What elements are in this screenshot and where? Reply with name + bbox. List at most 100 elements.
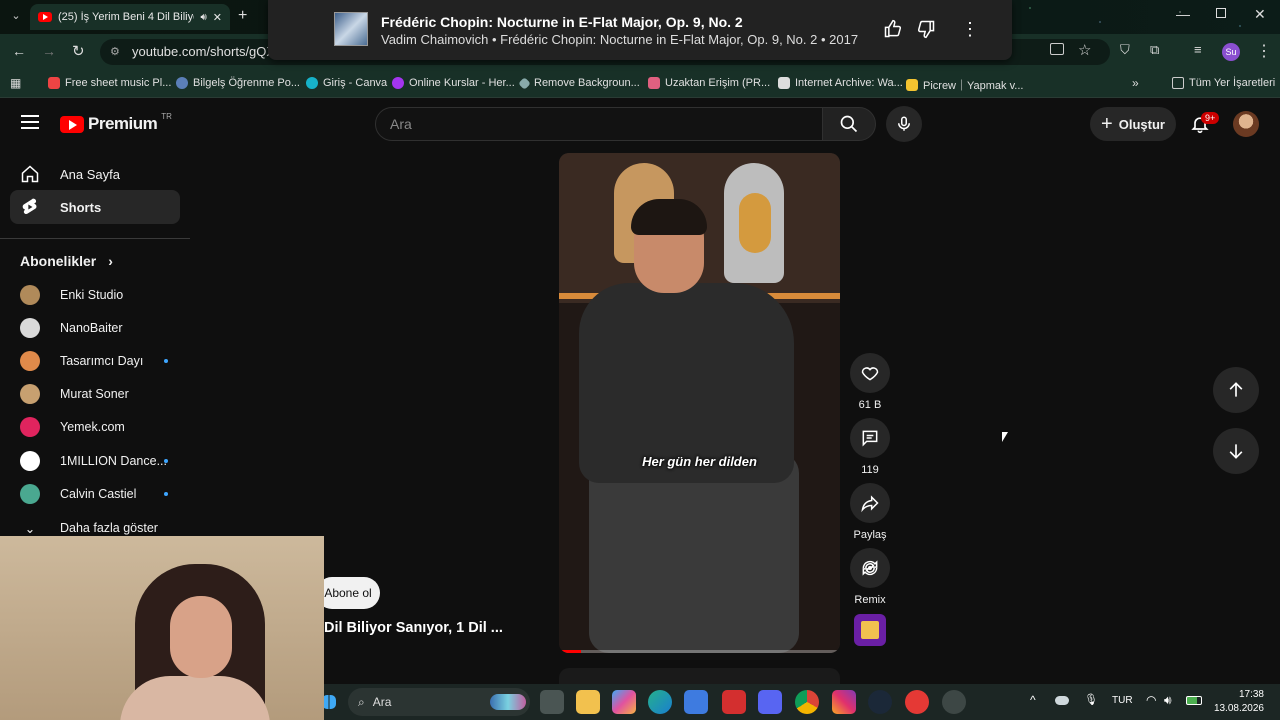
previous-short-button[interactable] [1213,367,1259,413]
subscriptions-header[interactable]: Abonelikler › [20,253,113,269]
bookmark-item[interactable]: Remove Backgroun... [518,76,640,90]
install-icon[interactable] [1050,43,1064,55]
bookmark-star-icon[interactable]: ☆ [1078,41,1091,59]
app-icon[interactable] [942,690,966,714]
tab-search-icon[interactable]: ⌄ [8,9,24,25]
system-clock[interactable]: 17:38 13.08.2026 [1214,688,1264,716]
task-view-icon[interactable] [540,690,564,714]
share-button[interactable] [850,483,890,523]
start-icon[interactable] [322,695,336,709]
onedrive-icon[interactable] [1055,696,1069,705]
sidebar-item-home[interactable]: Ana Sayfa [10,157,180,191]
apps-grid-icon[interactable]: ▦ [10,76,21,90]
active-tab[interactable]: (25) İş Yerim Beni 4 Dil Biliyo 🔊︎ ✕ [30,4,230,30]
youtube-play-icon [60,115,84,133]
webcam-overlay [0,536,324,720]
battery-icon[interactable] [1186,696,1202,705]
hamburger-menu-icon[interactable] [21,115,39,129]
letter-l-app-icon[interactable] [722,690,746,714]
new-tab-button[interactable]: + [238,7,247,25]
comment-button[interactable] [850,418,890,458]
canva-icon [306,77,318,89]
instagram-icon[interactable] [832,690,856,714]
back-icon[interactable]: ← [12,43,26,59]
youtube-logo[interactable]: Premium TR [60,112,172,134]
taskbar-search[interactable]: ⌕ Ara [348,688,530,716]
thumbs-down-icon[interactable] [915,18,937,40]
more-options-icon[interactable]: ⋮ [959,18,981,40]
subscription-item[interactable]: 1MILLION Dance... [20,448,180,474]
all-bookmarks-folder[interactable]: Tüm Yer İşaretleri [1172,77,1275,89]
subscription-item[interactable]: Calvin Castiel [20,481,180,507]
media-player-icon[interactable] [905,690,929,714]
like-action: 61 B [850,353,890,411]
bookmark-item[interactable]: Internet Archive: Wa... [778,77,903,89]
close-window-button[interactable]: ✕ [1254,6,1266,23]
subscription-item[interactable]: Tasarımcı Dayı [20,348,180,374]
clock-time: 17:38 [1238,689,1264,700]
bookmark-item[interactable]: Uzaktan Erişim (PR... [648,77,770,89]
steam-icon[interactable] [868,690,892,714]
udemy-icon [392,77,404,89]
more-bookmarks-icon[interactable]: » [1132,76,1139,90]
wifi-icon[interactable]: ◠ [1146,693,1156,707]
search-input[interactable]: Ara [375,107,823,141]
voice-search-button[interactable] [886,106,922,142]
forward-icon[interactable]: → [42,43,56,59]
microphone-tray-icon[interactable]: 🎙︎ [1084,693,1098,706]
site-info-icon[interactable]: ⚙ [110,39,120,65]
bookmark-item[interactable]: Bilgelş Öğrenme Po... [176,77,300,89]
short-title[interactable]: Dil Biliyor Sanıyor, 1 Dil ... [324,620,503,636]
subscription-item[interactable]: NanoBaiter [20,315,180,341]
tab-title: (25) İş Yerim Beni 4 Dil Biliyo [58,11,195,23]
bookmark-item[interactable]: Online Kurslar - Her... [392,77,515,89]
next-short-button[interactable] [1213,428,1259,474]
new-content-dot [164,459,168,463]
channel-avatar [20,318,40,338]
chevron-down-icon: ⌄ [24,521,36,536]
restore-button[interactable] [1216,8,1226,18]
media-control-icon[interactable]: ≡ [1194,42,1202,57]
browser-menu-icon[interactable]: ⋮ [1256,41,1272,61]
channel-avatar [20,384,40,404]
store-icon[interactable] [684,690,708,714]
bookmark-item[interactable]: Giriş - Canva [306,77,387,89]
volume-icon[interactable]: 🔊︎ [1164,693,1172,708]
bookmark-item[interactable]: Free sheet music Pl... [48,77,171,89]
thumbs-up-icon[interactable] [882,18,904,40]
profile-avatar[interactable]: Su [1222,43,1240,61]
account-avatar[interactable] [1233,111,1259,137]
input-language[interactable]: TUR [1112,695,1133,706]
chrome-icon[interactable] [795,690,819,714]
subscription-item[interactable]: Murat Soner [20,381,180,407]
extensions-icon[interactable]: ⧉ [1150,42,1159,58]
heart-icon [861,367,879,381]
edge-icon[interactable] [648,690,672,714]
home-icon [21,165,39,183]
bookmark-item[interactable]: Picrew｜Yapmak v... [906,77,1023,93]
create-button[interactable]: + Oluştur [1090,107,1176,141]
discord-icon[interactable] [758,690,782,714]
search-button[interactable] [822,107,876,141]
like-button[interactable] [850,353,890,393]
video-progress-bar[interactable] [559,650,840,653]
tab-audio-icon[interactable]: 🔊︎ [200,12,206,23]
share-action: Paylaş [850,483,890,541]
arrow-down-icon [1229,444,1243,459]
copilot-icon[interactable] [612,690,636,714]
short-video-player[interactable]: Her gün her dilden [559,153,840,653]
subscription-item[interactable]: Enki Studio [20,282,180,308]
tab-close-icon[interactable]: ✕ [213,11,222,24]
arrow-up-icon [1229,382,1243,397]
subscribe-button[interactable]: Abone ol [316,577,380,609]
sound-thumbnail[interactable] [854,614,886,646]
shield-icon[interactable]: ⛉ [1120,42,1130,58]
shorts-icon [22,198,37,215]
remix-button[interactable] [850,548,890,588]
tray-chevron-icon[interactable]: ^ [1030,693,1036,707]
subscription-item[interactable]: Yemek.com [20,414,180,440]
file-explorer-icon[interactable] [576,690,600,714]
sidebar-item-shorts[interactable]: Shorts [10,190,180,224]
reload-icon[interactable]: ↻ [72,42,85,60]
minimize-button[interactable]: — [1176,6,1190,22]
